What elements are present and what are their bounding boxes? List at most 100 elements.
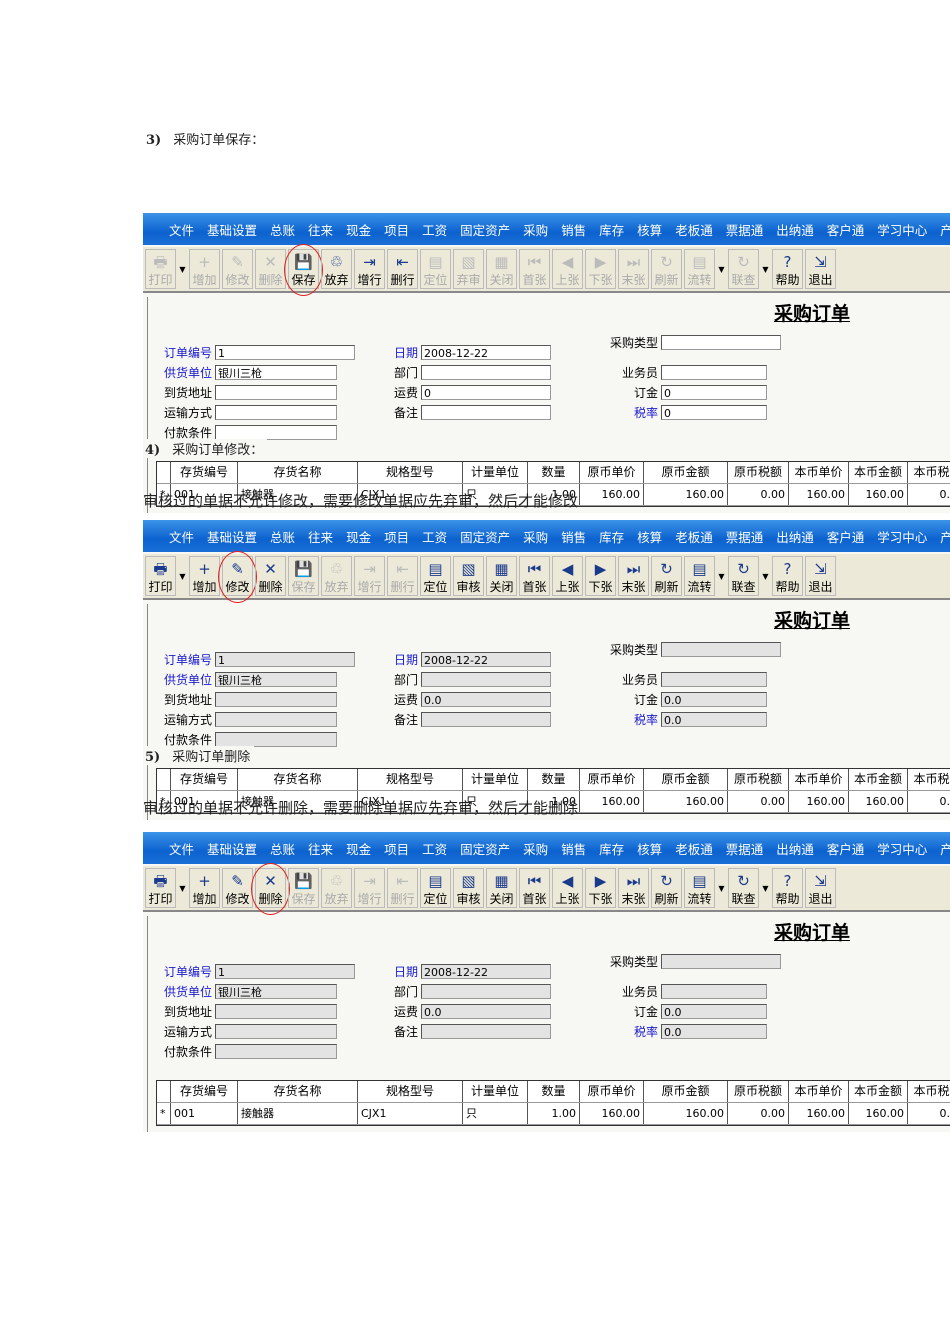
field-input-deposit[interactable]: 0.0 xyxy=(661,691,768,707)
grid-cell[interactable]: CJX1 xyxy=(358,1103,463,1124)
field-input-freight[interactable]: 0.0 xyxy=(421,691,552,707)
toolbar-button-18[interactable]: ? 帮助 xyxy=(772,249,803,289)
menu-item[interactable]: 工资 xyxy=(422,839,447,858)
field-input-ptype[interactable] xyxy=(661,641,782,657)
field-input-staff[interactable] xyxy=(661,983,768,999)
toolbar-button-10[interactable]: ▦ 关闭 xyxy=(486,556,517,596)
menu-item[interactable]: 文件 xyxy=(169,527,194,546)
dropdown-arrow-icon[interactable]: ▼ xyxy=(717,884,726,893)
toolbar-button-16[interactable]: ▤ 流转 xyxy=(684,556,715,596)
menu-item[interactable]: 总账 xyxy=(270,220,295,239)
field-input-payment[interactable] xyxy=(215,1043,338,1059)
toolbar-button-11[interactable]: ⏮ 首张 xyxy=(519,556,550,596)
menu-item[interactable]: 库存 xyxy=(599,839,624,858)
toolbar-button-7[interactable]: ⇤ 删行 xyxy=(387,868,418,908)
field-input-order_no[interactable]: 1 xyxy=(215,963,356,979)
grid-cell[interactable]: 160.00 xyxy=(789,791,849,812)
menu-item[interactable]: 总账 xyxy=(270,527,295,546)
field-input-note[interactable] xyxy=(421,711,552,727)
toolbar-button-18[interactable]: ? 帮助 xyxy=(772,556,803,596)
field-input-transport[interactable] xyxy=(215,404,338,420)
menu-item[interactable]: 固定资产 xyxy=(460,839,510,858)
toolbar-button-9[interactable]: ▧ 审核 xyxy=(453,868,484,908)
menu-item[interactable]: 客户通 xyxy=(827,220,865,239)
toolbar-button-4[interactable]: 💾 保存 xyxy=(284,244,323,296)
toolbar-button-8[interactable]: ▤ 定位 xyxy=(420,868,451,908)
grid-cell[interactable]: 1.00 xyxy=(528,1103,580,1124)
dropdown-arrow-icon[interactable]: ▼ xyxy=(717,265,726,274)
grid-cell[interactable]: 160.00 xyxy=(580,791,644,812)
field-input-address[interactable] xyxy=(215,1003,338,1019)
toolbar-button-3[interactable]: ✕ 删除 xyxy=(251,863,290,915)
field-input-dept[interactable] xyxy=(421,364,552,380)
menu-item[interactable]: 项目 xyxy=(384,527,409,546)
toolbar-button-12[interactable]: ◀ 上张 xyxy=(552,556,583,596)
field-input-transport[interactable] xyxy=(215,711,338,727)
toolbar-button-11[interactable]: ⏮ 首张 xyxy=(519,868,550,908)
menu-item[interactable]: 项目 xyxy=(384,220,409,239)
toolbar-button-7[interactable]: ⇤ 删行 xyxy=(387,249,418,289)
toolbar-button-4[interactable]: 💾 保存 xyxy=(288,556,319,596)
toolbar-button-15[interactable]: ↻ 刷新 xyxy=(651,249,682,289)
toolbar-button-2[interactable]: ✎ 修改 xyxy=(222,249,253,289)
toolbar-button-17[interactable]: ↻ 联查 xyxy=(728,868,759,908)
menu-item[interactable]: 出纳通 xyxy=(776,527,814,546)
field-input-supplier[interactable]: 银川三枪 xyxy=(215,983,338,999)
menu-item[interactable]: 固定资产 xyxy=(460,527,510,546)
toolbar-button-2[interactable]: ✎ 修改 xyxy=(222,868,253,908)
toolbar-button-13[interactable]: ▶ 下张 xyxy=(585,868,616,908)
menu-item[interactable]: 工资 xyxy=(422,527,447,546)
menu-item[interactable]: 学习中心 xyxy=(877,220,927,239)
field-input-transport[interactable] xyxy=(215,1023,338,1039)
field-input-date[interactable]: 2008-12-22 xyxy=(421,344,552,360)
menu-item[interactable]: 客户通 xyxy=(827,839,865,858)
menu-item[interactable]: 出纳通 xyxy=(776,220,814,239)
toolbar-button-6[interactable]: ⇥ 增行 xyxy=(354,249,385,289)
menu-item[interactable]: 项目 xyxy=(384,839,409,858)
toolbar-button-8[interactable]: ▤ 定位 xyxy=(420,249,451,289)
menu-item[interactable]: 老板通 xyxy=(675,220,713,239)
toolbar-button-19[interactable]: ⇲ 退出 xyxy=(805,249,836,289)
field-input-supplier[interactable]: 银川三枪 xyxy=(215,364,338,380)
menu-item[interactable]: 文件 xyxy=(169,220,194,239)
toolbar-button-15[interactable]: ↻ 刷新 xyxy=(651,868,682,908)
toolbar-button-12[interactable]: ◀ 上张 xyxy=(552,868,583,908)
toolbar-button-10[interactable]: ▦ 关闭 xyxy=(486,249,517,289)
field-input-ptype[interactable] xyxy=(661,953,782,969)
field-input-note[interactable] xyxy=(421,1023,552,1039)
menu-item[interactable]: 往来 xyxy=(308,220,333,239)
menu-item[interactable]: 基础设置 xyxy=(207,839,257,858)
menu-item[interactable]: 销售 xyxy=(561,839,586,858)
menu-item[interactable]: 库存 xyxy=(599,527,624,546)
toolbar-button-2[interactable]: ✎ 修改 xyxy=(218,551,257,603)
dropdown-arrow-icon[interactable]: ▼ xyxy=(761,265,770,274)
menu-item[interactable]: 采购 xyxy=(523,839,548,858)
menu-item[interactable]: 核算 xyxy=(637,839,662,858)
dropdown-arrow-icon[interactable]: ▼ xyxy=(178,884,187,893)
toolbar-button-1[interactable]: + 增加 xyxy=(189,556,220,596)
toolbar-button-5[interactable]: ♲ 放弃 xyxy=(321,868,352,908)
grid-cell[interactable]: 0.00 xyxy=(908,1103,950,1124)
grid-cell[interactable]: 160.00 xyxy=(644,1103,728,1124)
toolbar-button-19[interactable]: ⇲ 退出 xyxy=(805,556,836,596)
toolbar-button-6[interactable]: ⇥ 增行 xyxy=(354,868,385,908)
toolbar-button-3[interactable]: ✕ 删除 xyxy=(255,556,286,596)
menu-item[interactable]: 老板通 xyxy=(675,527,713,546)
grid-cell[interactable]: 160.00 xyxy=(644,484,728,505)
field-input-taxrate[interactable]: 0 xyxy=(661,404,768,420)
menu-item[interactable]: 销售 xyxy=(561,220,586,239)
toolbar-button-5[interactable]: ♲ 放弃 xyxy=(321,249,352,289)
menu-item[interactable]: 销售 xyxy=(561,527,586,546)
menu-item[interactable]: 现金 xyxy=(346,220,371,239)
grid-cell[interactable]: * xyxy=(157,1103,171,1124)
menu-item[interactable]: 固定资产 xyxy=(460,220,510,239)
dropdown-arrow-icon[interactable]: ▼ xyxy=(761,572,770,581)
menu-item[interactable]: 客户通 xyxy=(827,527,865,546)
toolbar-button-15[interactable]: ↻ 刷新 xyxy=(651,556,682,596)
grid-cell[interactable]: 160.00 xyxy=(849,484,908,505)
menu-item[interactable]: 学习中心 xyxy=(877,527,927,546)
grid-cell[interactable]: 0.00 xyxy=(728,1103,789,1124)
field-input-taxrate[interactable]: 0.0 xyxy=(661,711,768,727)
toolbar-button-12[interactable]: ◀ 上张 xyxy=(552,249,583,289)
toolbar-button-19[interactable]: ⇲ 退出 xyxy=(805,868,836,908)
